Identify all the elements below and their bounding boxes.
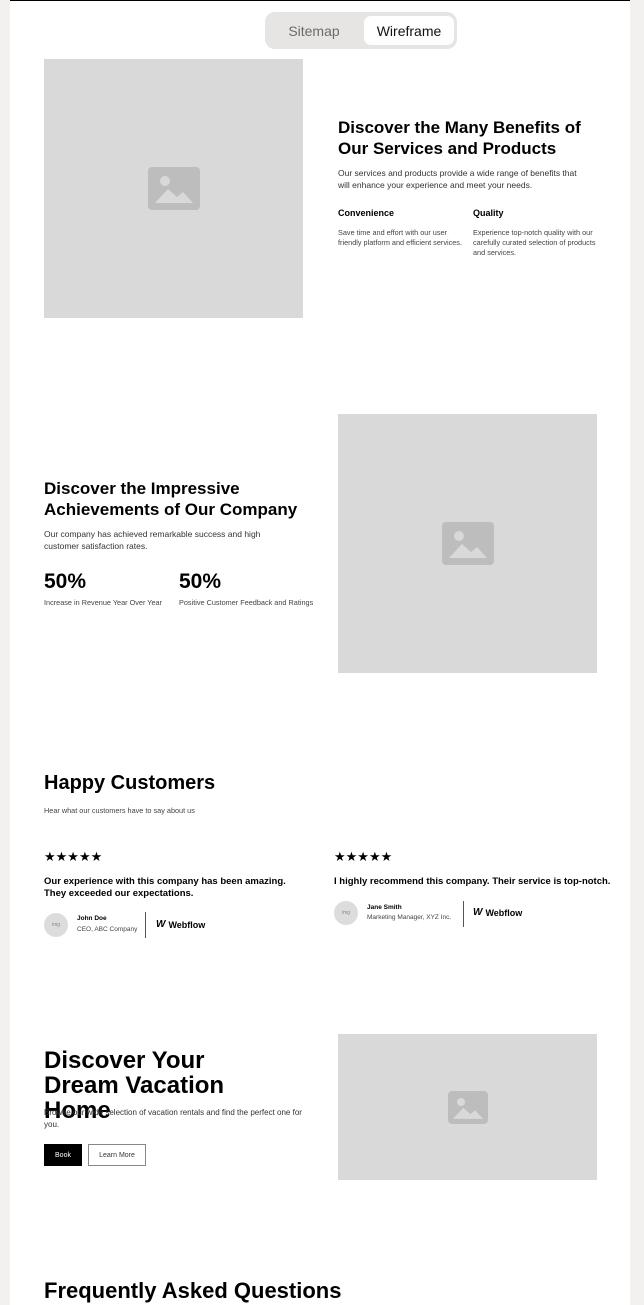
author-role: CEO, ABC Company [77, 926, 138, 933]
divider [463, 901, 464, 927]
image-icon [447, 1090, 488, 1124]
image-placeholder [338, 1034, 597, 1180]
divider [145, 912, 146, 938]
testimonials-title: Happy Customers [44, 772, 216, 794]
feature-title-convenience: Convenience [338, 208, 395, 218]
webflow-icon: W [473, 907, 483, 918]
feature-text-quality: Experience top-notch quality with our ca… [473, 228, 596, 257]
achievements-description: Our company has achieved remarkable succ… [44, 529, 261, 551]
company-logo: W Webflow [156, 919, 206, 930]
author-name: Jane Smith [367, 904, 402, 911]
feature-text-convenience: Save time and effort with our user frien… [338, 228, 462, 247]
image-placeholder [338, 414, 597, 673]
stat-value: 50% [44, 570, 87, 593]
achievements-title: Discover the Impressive Achievements of … [44, 479, 298, 519]
image-placeholder [44, 59, 303, 318]
author-role: Marketing Manager, XYZ Inc. [367, 914, 452, 921]
rating-stars: ★★★★★ [44, 849, 103, 864]
wireframe-tab[interactable]: Wireframe [364, 16, 454, 45]
learn-more-button[interactable]: Learn More [88, 1144, 146, 1166]
author-name: John Doe [77, 915, 107, 922]
testimonials-subtitle: Hear what our customers have to say abou… [44, 806, 195, 815]
stat-label: Increase in Revenue Year Over Year [44, 598, 163, 607]
stat-label: Positive Customer Feedback and Ratings [179, 598, 314, 607]
feature-title-quality: Quality [473, 208, 504, 218]
book-button[interactable]: Book [44, 1144, 82, 1166]
testimonial-quote: I highly recommend this company. Their s… [334, 876, 611, 887]
benefits-title: Discover the Many Benefits of Our Servic… [338, 118, 581, 158]
avatar: img [44, 913, 68, 937]
image-icon [441, 522, 494, 565]
rating-stars: ★★★★★ [334, 849, 393, 864]
company-logo: W Webflow [473, 907, 523, 918]
faq-title: Frequently Asked Questions [44, 1278, 342, 1303]
view-toggle: Sitemap Wireframe [265, 12, 457, 49]
sitemap-tab[interactable]: Sitemap [268, 16, 360, 45]
vacation-description: Browse our wide selection of vacation re… [44, 1108, 302, 1129]
webflow-icon: W [156, 919, 166, 930]
wireframe-canvas: Sitemap Wireframe Discover the Many Bene… [10, 0, 630, 1305]
avatar: img [334, 901, 358, 925]
image-icon [147, 167, 200, 210]
testimonial-quote: Our experience with this company has bee… [44, 876, 286, 899]
stat-value: 50% [179, 570, 222, 593]
benefits-description: Our services and products provide a wide… [338, 168, 577, 190]
